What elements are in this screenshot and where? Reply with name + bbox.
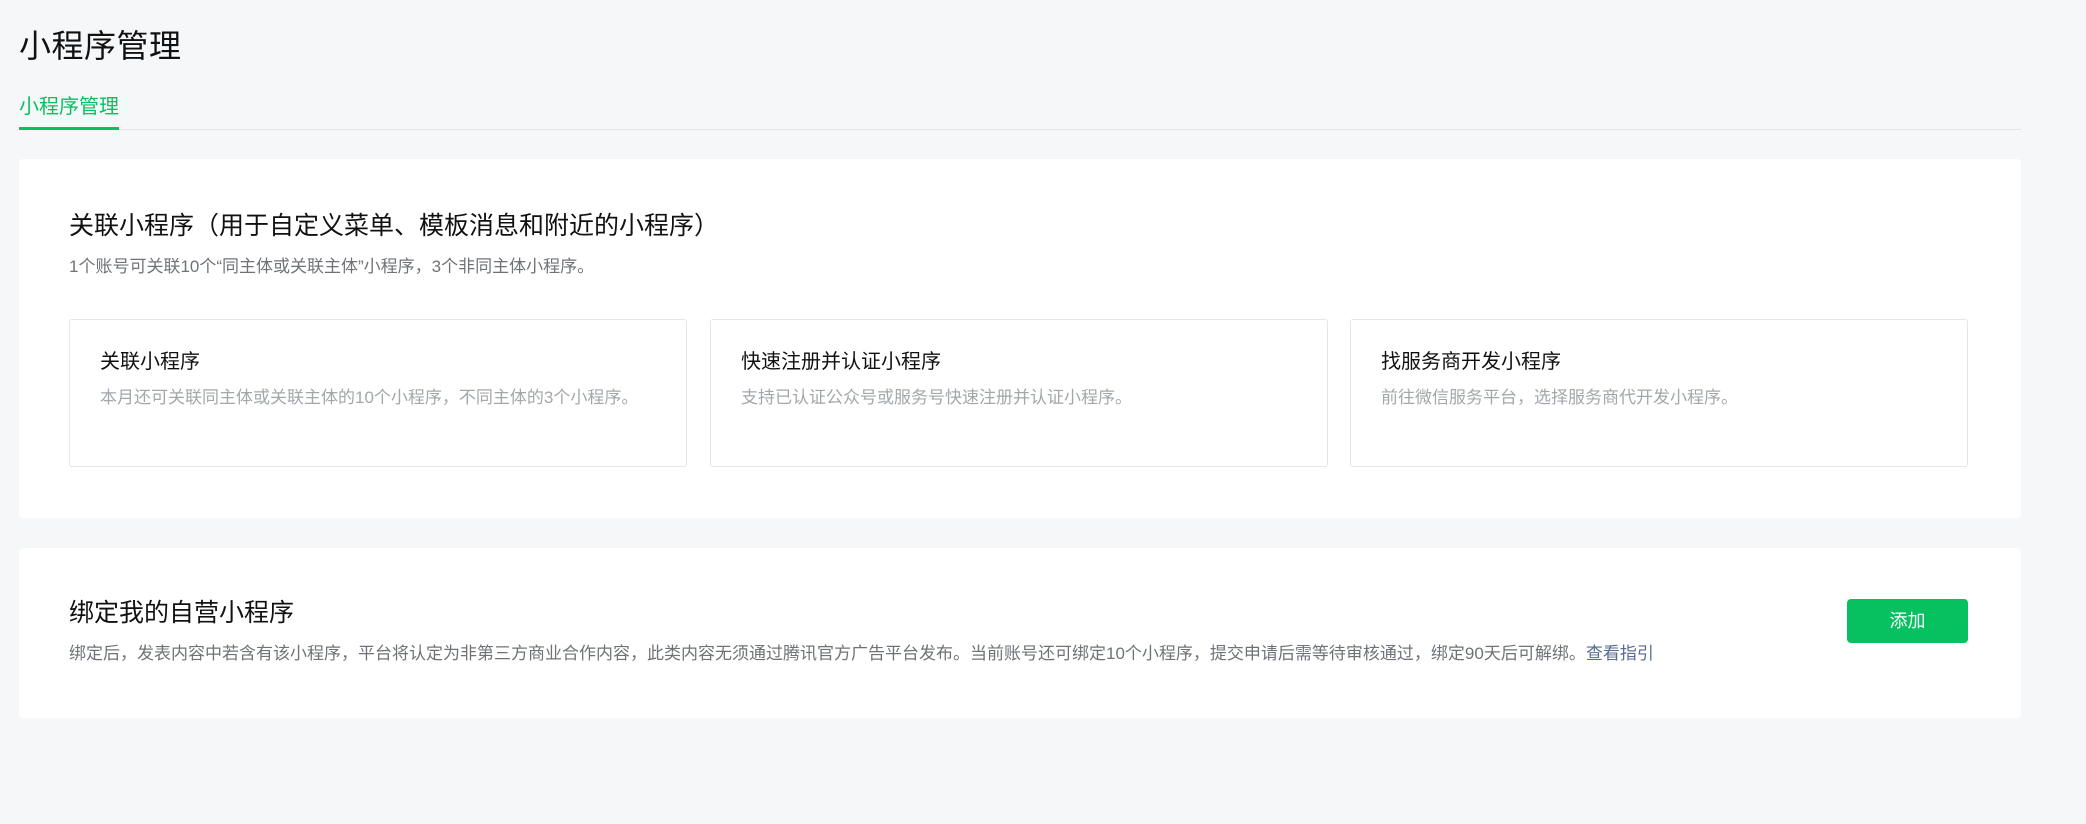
add-mini-program-button[interactable]: 添加 — [1847, 599, 1968, 643]
quick-register-mini-program-option[interactable]: 快速注册并认证小程序 支持已认证公众号或服务号快速注册并认证小程序。 — [710, 319, 1328, 467]
bind-description-text: 绑定后，发表内容中若含有该小程序，平台将认定为非第三方商业合作内容，此类内容无须… — [69, 644, 1586, 663]
option-description: 前往微信服务平台，选择服务商代开发小程序。 — [1381, 388, 1738, 407]
bind-own-mini-program-card: 绑定我的自营小程序 绑定后，发表内容中若含有该小程序，平台将认定为非第三方商业合… — [19, 548, 2021, 718]
page-title: 小程序管理 — [19, 28, 182, 64]
active-tab-indicator — [19, 127, 119, 130]
tab-mini-program-management[interactable]: 小程序管理 — [19, 92, 119, 130]
bind-section-description: 绑定后，发表内容中若含有该小程序，平台将认定为非第三方商业合作内容，此类内容无须… — [69, 642, 1654, 666]
option-description: 本月还可关联同主体或关联主体的10个小程序，不同主体的3个小程序。 — [100, 388, 639, 407]
related-mini-program-card: 关联小程序（用于自定义菜单、模板消息和附近的小程序） 1个账号可关联10个“同主… — [19, 159, 2021, 518]
view-guide-link[interactable]: 查看指引 — [1586, 644, 1654, 663]
option-description: 支持已认证公众号或服务号快速注册并认证小程序。 — [741, 388, 1132, 407]
service-provider-development-option[interactable]: 找服务商开发小程序 前往微信服务平台，选择服务商代开发小程序。 — [1350, 319, 1968, 467]
option-title: 找服务商开发小程序 — [1381, 351, 1561, 373]
tab-label: 小程序管理 — [19, 96, 119, 118]
related-section-description: 1个账号可关联10个“同主体或关联主体”小程序，3个非同主体小程序。 — [69, 257, 595, 276]
related-section-title: 关联小程序（用于自定义菜单、模板消息和附近的小程序） — [69, 212, 720, 240]
tab-bar: 小程序管理 — [19, 92, 2021, 130]
associate-mini-program-option[interactable]: 关联小程序 本月还可关联同主体或关联主体的10个小程序，不同主体的3个小程序。 — [69, 319, 687, 467]
option-title: 关联小程序 — [100, 351, 200, 373]
option-title: 快速注册并认证小程序 — [741, 351, 941, 373]
bind-section-title: 绑定我的自营小程序 — [69, 599, 295, 627]
mini-program-management-page: 小程序管理 小程序管理 关联小程序（用于自定义菜单、模板消息和附近的小程序） 1… — [0, 0, 2086, 824]
